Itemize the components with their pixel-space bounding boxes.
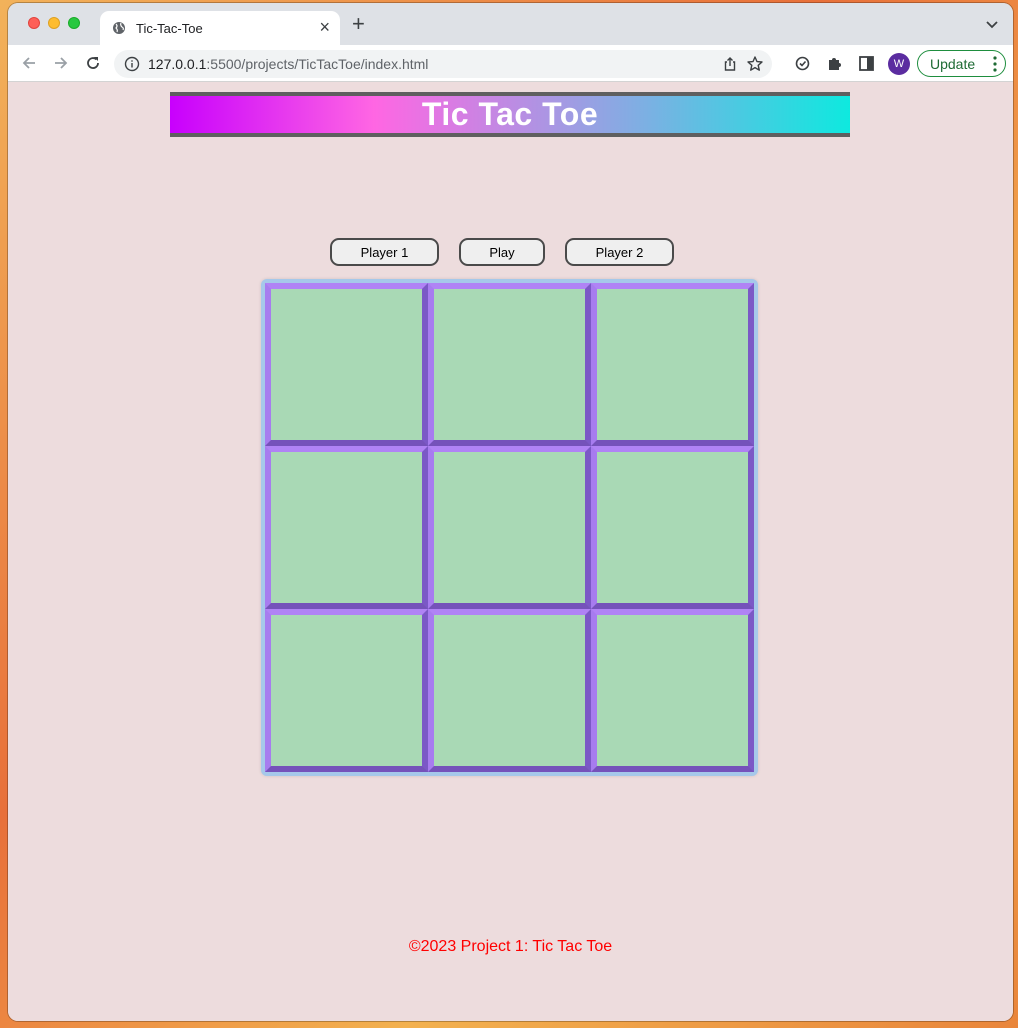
back-icon[interactable] xyxy=(20,54,38,72)
update-button[interactable]: Update xyxy=(917,50,1006,77)
player1-button[interactable]: Player 1 xyxy=(330,238,439,266)
board-cell-8[interactable] xyxy=(428,609,591,772)
board-cell-2[interactable] xyxy=(428,283,591,446)
chevron-down-icon[interactable] xyxy=(985,17,999,31)
sync-icon[interactable] xyxy=(794,55,811,72)
board-cell-7[interactable] xyxy=(265,609,428,772)
player2-button[interactable]: Player 2 xyxy=(565,238,674,266)
board-cell-3[interactable] xyxy=(591,283,754,446)
globe-icon xyxy=(113,22,125,34)
browser-window: Tic-Tac-Toe × + 127.0.0.1:5500/projects/… xyxy=(8,3,1013,1021)
profile-avatar[interactable]: W xyxy=(888,53,910,75)
update-label: Update xyxy=(930,56,976,72)
url-host: 127.0.0.1 xyxy=(148,56,207,72)
title-banner: Tic Tac Toe xyxy=(170,92,850,137)
board-cell-4[interactable] xyxy=(265,446,428,609)
bookmark-star-icon[interactable] xyxy=(746,55,764,73)
tab-close-icon[interactable]: × xyxy=(319,17,330,37)
tab-strip: Tic-Tac-Toe × + xyxy=(8,3,1013,45)
play-button[interactable]: Play xyxy=(459,238,545,266)
side-panel-icon[interactable] xyxy=(858,55,875,72)
forward-icon[interactable] xyxy=(52,54,70,72)
extensions-icon[interactable] xyxy=(826,55,843,72)
game-board xyxy=(261,279,758,776)
board-cell-6[interactable] xyxy=(591,446,754,609)
close-window-button[interactable] xyxy=(28,17,40,29)
new-tab-icon[interactable]: + xyxy=(352,13,365,35)
url-path: :5500/projects/TicTacToe/index.html xyxy=(206,56,429,72)
reload-icon[interactable] xyxy=(84,54,102,72)
url-text: 127.0.0.1:5500/projects/TicTacToe/index.… xyxy=(148,56,428,72)
active-tab[interactable]: Tic-Tac-Toe × xyxy=(100,11,340,45)
board-cell-5[interactable] xyxy=(428,446,591,609)
board-cell-1[interactable] xyxy=(265,283,428,446)
footer-copyright: ©2023 Project 1: Tic Tac Toe xyxy=(408,938,613,955)
page-content: Tic Tac Toe Player 1 Play Player 2 ©2023… xyxy=(8,83,1013,1021)
share-icon[interactable] xyxy=(722,56,738,72)
minimize-window-button[interactable] xyxy=(48,17,60,29)
zoom-window-button[interactable] xyxy=(68,17,80,29)
tab-title: Tic-Tac-Toe xyxy=(136,21,203,36)
board-cell-9[interactable] xyxy=(591,609,754,772)
more-vertical-icon xyxy=(993,56,997,72)
info-icon[interactable] xyxy=(124,56,140,72)
page-title: Tic Tac Toe xyxy=(421,96,599,132)
toolbar: 127.0.0.1:5500/projects/TicTacToe/index.… xyxy=(8,45,1013,82)
address-bar[interactable]: 127.0.0.1:5500/projects/TicTacToe/index.… xyxy=(114,50,772,78)
